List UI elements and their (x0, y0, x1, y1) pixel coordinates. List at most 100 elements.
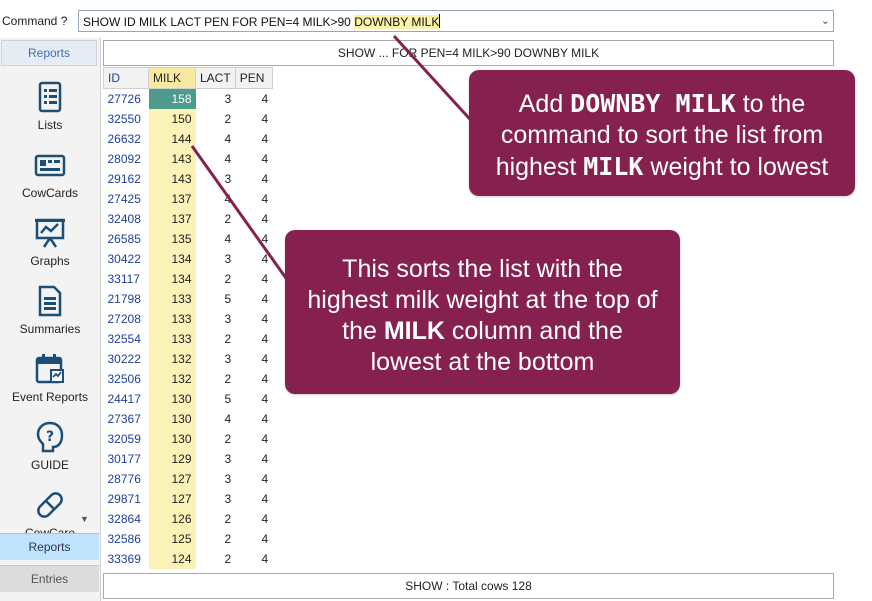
cell-pen[interactable]: 4 (235, 269, 272, 289)
cell-milk[interactable]: 133 (148, 289, 196, 309)
cell-pen[interactable]: 4 (235, 369, 272, 389)
cell-milk[interactable]: 132 (148, 349, 196, 369)
cell-pen[interactable]: 4 (235, 249, 272, 269)
entries-button[interactable]: Entries (0, 565, 99, 592)
cell-id[interactable]: 32554 (104, 329, 149, 349)
chevron-down-icon[interactable]: ⌄ (821, 14, 830, 27)
sidebar-item-cowcards[interactable]: CowCards (0, 148, 100, 200)
sidebar-item-lists[interactable]: Lists (0, 80, 100, 132)
cell-pen[interactable]: 4 (235, 349, 272, 369)
table-row[interactable]: 27208 133 3 4 (104, 309, 273, 329)
cell-lact[interactable]: 3 (196, 89, 236, 110)
table-row[interactable]: 33369 124 2 4 (104, 549, 273, 569)
cell-lact[interactable]: 2 (196, 529, 236, 549)
cell-id[interactable]: 24417 (104, 389, 149, 409)
cell-lact[interactable]: 3 (196, 169, 236, 189)
cell-lact[interactable]: 2 (196, 329, 236, 349)
cell-lact[interactable]: 4 (196, 189, 236, 209)
table-row[interactable]: 30177 129 3 4 (104, 449, 273, 469)
cell-milk[interactable]: 137 (148, 209, 196, 229)
cell-milk[interactable]: 130 (148, 389, 196, 409)
cell-milk[interactable]: 130 (148, 429, 196, 449)
cell-milk[interactable]: 127 (148, 469, 196, 489)
column-header-id[interactable]: ID (103, 67, 149, 89)
table-row[interactable]: 29871 127 3 4 (104, 489, 273, 509)
cell-milk[interactable]: 133 (148, 329, 196, 349)
cell-pen[interactable]: 4 (235, 189, 272, 209)
column-header-lact[interactable]: LACT (195, 67, 236, 89)
cell-id[interactable]: 29162 (104, 169, 149, 189)
table-row[interactable]: 32550 150 2 4 (104, 109, 273, 129)
cell-pen[interactable]: 4 (235, 109, 272, 129)
cell-id[interactable]: 30177 (104, 449, 149, 469)
cell-lact[interactable]: 2 (196, 549, 236, 569)
cell-id[interactable]: 33117 (104, 269, 149, 289)
table-row[interactable]: 32586 125 2 4 (104, 529, 273, 549)
cell-milk[interactable]: 144 (148, 129, 196, 149)
column-header-milk[interactable]: MILK (148, 67, 196, 89)
cell-pen[interactable]: 4 (235, 289, 272, 309)
cell-pen[interactable]: 4 (235, 409, 272, 429)
table-row[interactable]: 32059 130 2 4 (104, 429, 273, 449)
cell-milk[interactable]: 127 (148, 489, 196, 509)
cell-id[interactable]: 26632 (104, 129, 149, 149)
table-row[interactable]: 30222 132 3 4 (104, 349, 273, 369)
cell-milk[interactable]: 133 (148, 309, 196, 329)
cell-milk[interactable]: 135 (148, 229, 196, 249)
cell-lact[interactable]: 2 (196, 369, 236, 389)
table-row[interactable]: 33117 134 2 4 (104, 269, 273, 289)
table-row[interactable]: 27726 158 3 4 (104, 88, 273, 110)
scroll-down-icon[interactable]: ▼ (80, 514, 89, 524)
table-row[interactable]: 32408 137 2 4 (104, 209, 273, 229)
cell-id[interactable]: 29871 (104, 489, 149, 509)
table-row[interactable]: 27425 137 4 4 (104, 189, 273, 209)
cell-pen[interactable]: 4 (235, 309, 272, 329)
cell-id[interactable]: 21798 (104, 289, 149, 309)
cell-pen[interactable]: 4 (235, 89, 272, 110)
cell-lact[interactable]: 3 (196, 349, 236, 369)
cell-id[interactable]: 30422 (104, 249, 149, 269)
cell-milk[interactable]: 158 (148, 88, 196, 109)
cell-lact[interactable]: 5 (196, 389, 236, 409)
cell-lact[interactable]: 3 (196, 309, 236, 329)
cell-milk[interactable]: 124 (148, 549, 196, 569)
cell-milk[interactable]: 137 (148, 189, 196, 209)
cell-milk[interactable]: 125 (148, 529, 196, 549)
cell-id[interactable]: 28092 (104, 149, 149, 169)
cell-milk[interactable]: 134 (148, 269, 196, 289)
cell-lact[interactable]: 4 (196, 129, 236, 149)
cell-milk[interactable]: 130 (148, 409, 196, 429)
sidebar-item-summaries[interactable]: Summaries (0, 284, 100, 336)
cell-pen[interactable]: 4 (235, 389, 272, 409)
cell-id[interactable]: 28776 (104, 469, 149, 489)
cell-lact[interactable]: 3 (196, 449, 236, 469)
cell-id[interactable]: 27425 (104, 189, 149, 209)
cell-id[interactable]: 32550 (104, 109, 149, 129)
cell-pen[interactable]: 4 (235, 549, 272, 569)
cell-lact[interactable]: 5 (196, 289, 236, 309)
sidebar-item-event-reports[interactable]: Event Reports (0, 352, 100, 404)
table-row[interactable]: 32506 132 2 4 (104, 369, 273, 389)
sidebar-item-guide[interactable]: ? GUIDE (0, 420, 100, 472)
sidebar-header[interactable]: Reports (1, 40, 97, 66)
cell-lact[interactable]: 3 (196, 489, 236, 509)
cell-lact[interactable]: 4 (196, 229, 236, 249)
table-row[interactable]: 30422 134 3 4 (104, 249, 273, 269)
cell-id[interactable]: 32506 (104, 369, 149, 389)
cell-lact[interactable]: 2 (196, 509, 236, 529)
sidebar-item-graphs[interactable]: Graphs (0, 216, 100, 268)
cell-id[interactable]: 30222 (104, 349, 149, 369)
cell-pen[interactable]: 4 (235, 169, 272, 189)
cell-lact[interactable]: 2 (196, 209, 236, 229)
cell-id[interactable]: 27726 (104, 89, 149, 110)
cell-id[interactable]: 27367 (104, 409, 149, 429)
cell-pen[interactable]: 4 (235, 509, 272, 529)
cell-pen[interactable]: 4 (235, 329, 272, 349)
cell-pen[interactable]: 4 (235, 429, 272, 449)
cell-milk[interactable]: 134 (148, 249, 196, 269)
cell-pen[interactable]: 4 (235, 209, 272, 229)
cell-id[interactable]: 32864 (104, 509, 149, 529)
cell-pen[interactable]: 4 (235, 129, 272, 149)
table-row[interactable]: 32864 126 2 4 (104, 509, 273, 529)
cell-pen[interactable]: 4 (235, 149, 272, 169)
